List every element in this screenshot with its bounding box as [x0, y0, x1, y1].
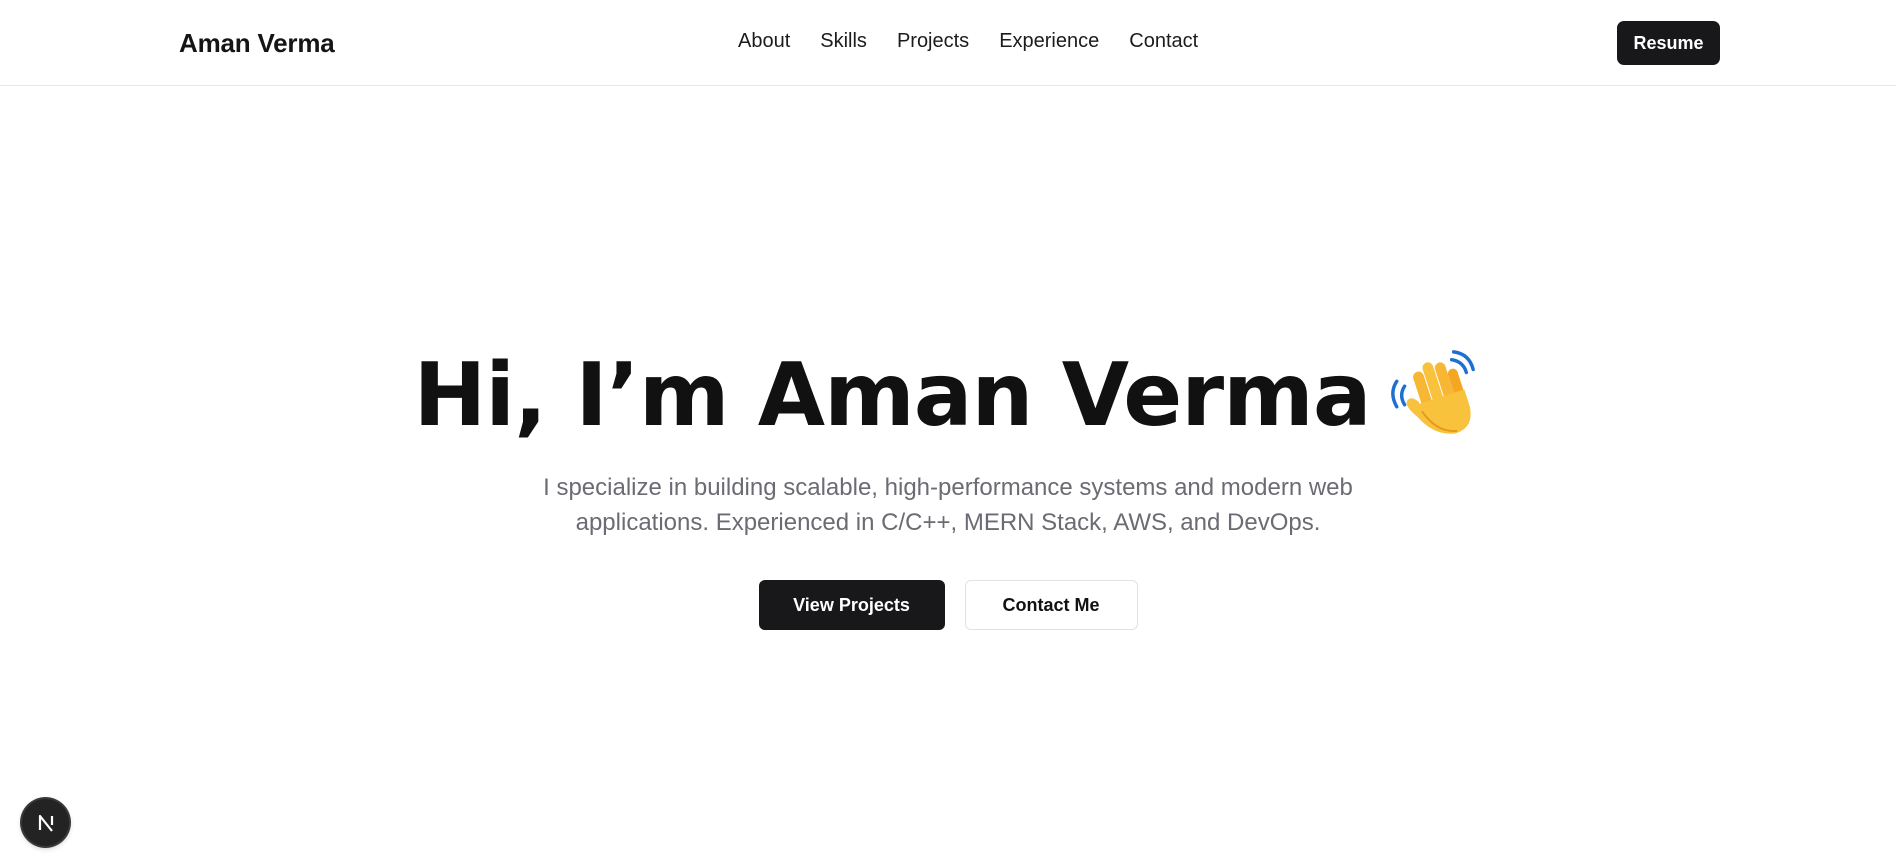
hero-section: Hi, I’m Aman Verma I specialize in build…	[0, 340, 1896, 630]
resume-button[interactable]: Resume	[1617, 21, 1720, 65]
nextjs-dev-badge[interactable]	[22, 799, 69, 846]
nav-links: About Skills Projects Experience Contact	[738, 30, 1198, 53]
nav-link-projects[interactable]: Projects	[897, 30, 969, 53]
brand-name[interactable]: Aman Verma	[179, 28, 335, 59]
nav-link-experience[interactable]: Experience	[999, 30, 1099, 53]
waving-hand-icon	[1390, 350, 1475, 434]
nav-link-contact[interactable]: Contact	[1129, 30, 1198, 53]
nextjs-icon	[38, 814, 53, 832]
nav-link-skills[interactable]: Skills	[820, 30, 867, 53]
contact-me-button[interactable]: Contact Me	[964, 580, 1138, 630]
top-navbar: Aman Verma About Skills Projects Experie…	[0, 0, 1896, 86]
nav-link-about[interactable]: About	[738, 30, 790, 53]
hero-title: Hi, I’m Aman Verma	[413, 344, 1371, 446]
hero-title-row: Hi, I’m Aman Verma	[413, 340, 1482, 450]
view-projects-button[interactable]: View Projects	[758, 580, 945, 630]
hero-subtitle: I specialize in building scalable, high-…	[543, 474, 1353, 536]
cta-row: View Projects Contact Me	[758, 580, 1138, 630]
